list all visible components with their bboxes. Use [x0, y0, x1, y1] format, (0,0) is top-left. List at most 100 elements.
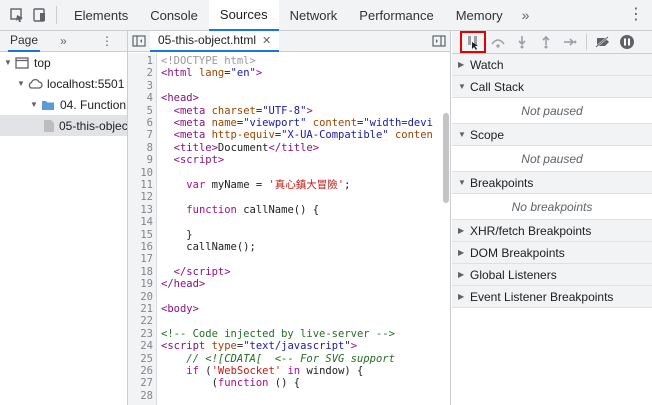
line-number[interactable]: 19 — [128, 278, 153, 290]
navigator-menu-icon[interactable]: ⋮ — [101, 34, 113, 48]
inspect-element-icon[interactable] — [6, 4, 28, 26]
code-text: <head> — [161, 92, 199, 105]
line-number[interactable]: 25 — [128, 353, 153, 365]
code-line[interactable]: 1 <!DOCTYPE html> — [128, 55, 451, 67]
code-text: } — [161, 228, 193, 241]
tree-item-top[interactable]: ▼ top — [0, 52, 127, 73]
section-dom-breakpoints[interactable]: ▶ DOM Breakpoints — [452, 242, 652, 264]
line-number[interactable]: 27 — [128, 377, 153, 389]
section-call-stack[interactable]: ▼ Call Stack — [452, 76, 652, 98]
code-line[interactable]: 20 — [128, 291, 451, 303]
tab-page[interactable]: Page — [8, 31, 41, 52]
line-number[interactable]: 1 — [128, 55, 153, 67]
toggle-debugger-icon[interactable] — [428, 35, 450, 47]
expanded-arrow-icon: ▼ — [458, 130, 466, 139]
line-number[interactable]: 5 — [128, 105, 153, 117]
line-number[interactable]: 13 — [128, 204, 153, 216]
step-over-icon[interactable] — [486, 32, 510, 52]
code-line[interactable]: 26 if ('WebSocket' in window) { — [128, 365, 451, 377]
close-tab-icon[interactable]: ✕ — [262, 34, 271, 47]
code-line[interactable]: 5 <meta charset="UTF-8"> — [128, 105, 451, 117]
code-line[interactable]: 25 // <![CDATA[ <-- For SVG support — [128, 353, 451, 365]
line-number[interactable]: 26 — [128, 365, 153, 377]
deactivate-breakpoints-icon[interactable] — [591, 32, 615, 52]
pause-script-button[interactable] — [460, 31, 486, 53]
more-tabs-button[interactable]: » — [514, 7, 538, 23]
code-line[interactable]: 14 — [128, 216, 451, 228]
code-line[interactable]: 23 <!-- Code injected by live-server --> — [128, 328, 451, 340]
code-line[interactable]: 13 function callName() { — [128, 204, 451, 216]
section-watch[interactable]: ▶ Watch — [452, 54, 652, 76]
code-line[interactable]: 10 — [128, 167, 451, 179]
toggle-navigator-icon[interactable] — [128, 31, 150, 52]
device-toolbar-icon[interactable] — [28, 4, 50, 26]
line-number[interactable]: 7 — [128, 129, 153, 141]
tab-console[interactable]: Console — [139, 0, 209, 31]
code-line[interactable]: 24 <script type="text/javascript"> — [128, 340, 451, 352]
code-line[interactable]: 4 <head> — [128, 92, 451, 104]
code-area[interactable]: 1 <!DOCTYPE html> 2 <html lang="en"> 3 4 <head… — [128, 53, 451, 405]
line-number[interactable]: 6 — [128, 117, 153, 129]
tree-item-file[interactable]: 05-this-object.html — [0, 115, 127, 136]
pause-on-exceptions-icon[interactable] — [615, 32, 639, 52]
tree-item-folder[interactable]: ▼ 04. Function — [0, 94, 127, 115]
section-xhr-fetch-breakpoints[interactable]: ▶ XHR/fetch Breakpoints — [452, 220, 652, 242]
code-line[interactable]: 22 — [128, 315, 451, 327]
code-line[interactable]: 3 — [128, 80, 451, 92]
code-line[interactable]: 2 <html lang="en"> — [128, 67, 451, 79]
line-number[interactable]: 14 — [128, 216, 153, 228]
line-number[interactable]: 23 — [128, 328, 153, 340]
customize-menu-icon[interactable]: ⋮ — [628, 6, 644, 24]
section-status: Not paused — [452, 146, 652, 172]
code-line[interactable]: 18 </script> — [128, 266, 451, 278]
tab-network[interactable]: Network — [279, 0, 349, 31]
line-number[interactable]: 17 — [128, 253, 153, 265]
code-line[interactable]: 8 <title>Document</title> — [128, 142, 451, 154]
tree-item-localhost[interactable]: ▼ localhost:5501 — [0, 73, 127, 94]
code-line[interactable]: 28 — [128, 390, 451, 402]
code-line[interactable]: 12 — [128, 191, 451, 203]
line-number[interactable]: 12 — [128, 191, 153, 203]
code-line[interactable]: 9 <script> — [128, 154, 451, 166]
line-number[interactable]: 24 — [128, 340, 153, 352]
step-into-icon[interactable] — [510, 32, 534, 52]
editor-scrollbar[interactable] — [443, 113, 449, 203]
line-number[interactable]: 21 — [128, 303, 153, 315]
collapsed-arrow-icon: ▶ — [458, 248, 465, 257]
code-line[interactable]: 7 <meta http-equiv="X-UA-Compatible" con… — [128, 129, 451, 141]
code-line[interactable]: 21 <body> — [128, 303, 451, 315]
code-line[interactable]: 6 <meta name="viewport" content="width=d… — [128, 117, 451, 129]
line-number[interactable]: 22 — [128, 315, 153, 327]
line-number[interactable]: 11 — [128, 179, 153, 191]
code-line[interactable]: 16 callName(); — [128, 241, 451, 253]
line-number[interactable]: 4 — [128, 92, 153, 104]
tab-memory[interactable]: Memory — [445, 0, 514, 31]
navigator-more-tabs[interactable]: » — [60, 34, 67, 48]
code-line[interactable]: 27 (function () { — [128, 377, 451, 389]
code-line[interactable]: 15 } — [128, 229, 451, 241]
step-icon[interactable] — [558, 32, 582, 52]
line-number[interactable]: 3 — [128, 80, 153, 92]
code-line[interactable]: 19 </head> — [128, 278, 451, 290]
section-scope[interactable]: ▼ Scope — [452, 124, 652, 146]
section-breakpoints[interactable]: ▼ Breakpoints — [452, 172, 652, 194]
tab-performance[interactable]: Performance — [348, 0, 444, 31]
line-number[interactable]: 9 — [128, 154, 153, 166]
line-number[interactable]: 15 — [128, 229, 153, 241]
tab-elements[interactable]: Elements — [63, 0, 139, 31]
section-global-listeners[interactable]: ▶ Global Listeners — [452, 264, 652, 286]
line-number[interactable]: 20 — [128, 291, 153, 303]
line-number[interactable]: 10 — [128, 167, 153, 179]
toolbar-divider — [56, 6, 57, 24]
line-number[interactable]: 16 — [128, 241, 153, 253]
line-number[interactable]: 28 — [128, 390, 153, 402]
line-number[interactable]: 8 — [128, 142, 153, 154]
line-number[interactable]: 2 — [128, 67, 153, 79]
code-line[interactable]: 11 var myName = '真心鎮大冒險'; — [128, 179, 451, 191]
tab-sources[interactable]: Sources — [208, 0, 279, 31]
line-number[interactable]: 18 — [128, 266, 153, 278]
code-line[interactable]: 17 — [128, 253, 451, 265]
file-tab[interactable]: 05-this-object.html ✕ — [150, 30, 280, 52]
section-event-listener-breakpoints[interactable]: ▶ Event Listener Breakpoints — [452, 286, 652, 308]
step-out-icon[interactable] — [534, 32, 558, 52]
